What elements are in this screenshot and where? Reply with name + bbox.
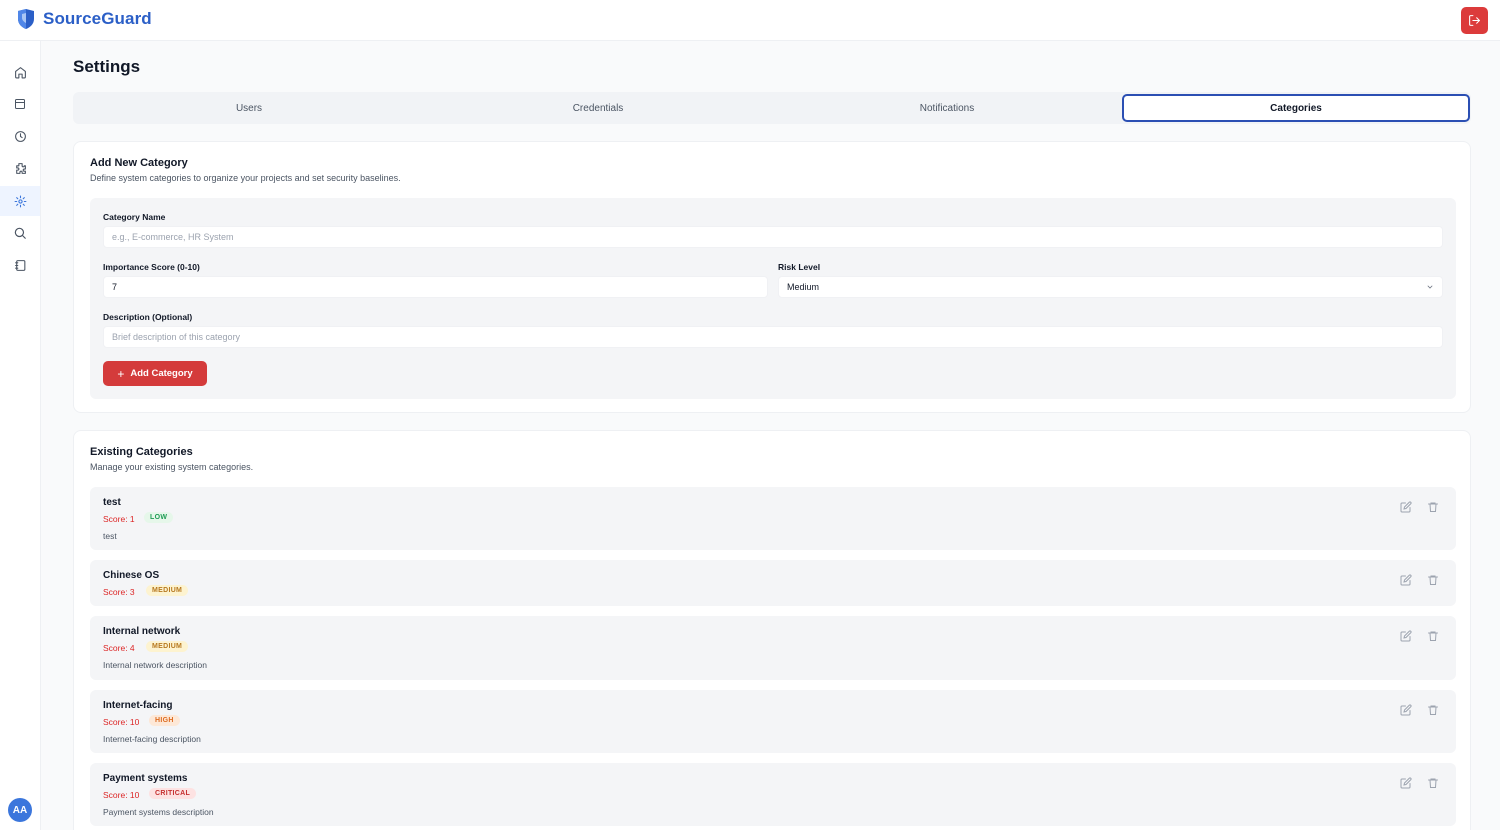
sidebar-item-settings[interactable] bbox=[0, 186, 40, 216]
top-bar: SourceGuard bbox=[0, 0, 1500, 41]
clock-icon bbox=[14, 130, 26, 142]
category-item: test Score: 1 LOW test bbox=[90, 487, 1456, 550]
shield-logo-icon bbox=[18, 9, 34, 29]
edit-icon bbox=[1400, 574, 1412, 586]
trash-icon bbox=[1428, 631, 1438, 641]
tab-credentials[interactable]: Credentials bbox=[424, 94, 772, 122]
risk-badge: MEDIUM bbox=[146, 585, 189, 596]
edit-icon bbox=[1400, 501, 1412, 513]
category-description: test bbox=[103, 531, 117, 541]
category-description: Internal network description bbox=[103, 660, 207, 670]
trash-icon bbox=[1428, 575, 1438, 585]
existing-categories-title: Existing Categories bbox=[90, 446, 193, 458]
risk-badge: LOW bbox=[144, 512, 174, 523]
page-title: Settings bbox=[73, 57, 141, 76]
user-avatar[interactable]: AA bbox=[8, 798, 32, 822]
add-category-form: Category Name e.g., E-commerce, HR Syste… bbox=[90, 198, 1456, 399]
sidebar: AA bbox=[0, 41, 41, 830]
edit-button[interactable] bbox=[1399, 500, 1413, 514]
category-name: Internal network bbox=[103, 626, 181, 637]
category-score: Score: 4 bbox=[103, 643, 135, 653]
description-input[interactable]: Brief description of this category bbox=[103, 326, 1443, 348]
delete-button[interactable] bbox=[1426, 629, 1440, 643]
add-category-button[interactable]: + Add Category bbox=[103, 361, 207, 386]
add-category-subtitle: Define system categories to organize you… bbox=[90, 173, 401, 183]
settings-tabs: Users Credentials Notifications Categori… bbox=[73, 92, 1471, 124]
add-category-title: Add New Category bbox=[90, 157, 188, 169]
sidebar-item-home[interactable] bbox=[0, 57, 40, 87]
trash-icon bbox=[1428, 502, 1438, 512]
layout-icon bbox=[15, 99, 25, 109]
edit-icon bbox=[1400, 704, 1412, 716]
brand[interactable]: SourceGuard bbox=[16, 8, 152, 30]
delete-button[interactable] bbox=[1426, 500, 1440, 514]
risk-badge: HIGH bbox=[149, 715, 180, 726]
importance-score-label: Importance Score (0-10) bbox=[103, 262, 200, 272]
chevron-down-icon bbox=[1427, 285, 1433, 289]
notebook-icon bbox=[14, 259, 25, 271]
category-name: Internet-facing bbox=[103, 700, 173, 711]
sidebar-item-history[interactable] bbox=[0, 121, 40, 151]
puzzle-icon bbox=[15, 162, 26, 174]
risk-level-label: Risk Level bbox=[778, 262, 821, 272]
app-name: SourceGuard bbox=[43, 9, 152, 28]
category-name: test bbox=[103, 497, 121, 508]
tab-categories[interactable]: Categories bbox=[1122, 94, 1470, 122]
category-item: Payment systems Score: 10 CRITICAL Payme… bbox=[90, 763, 1456, 826]
home-icon bbox=[14, 66, 26, 78]
category-name: Payment systems bbox=[103, 773, 188, 784]
edit-icon bbox=[1400, 630, 1412, 642]
search-icon bbox=[14, 227, 26, 239]
sidebar-item-integrations[interactable] bbox=[0, 153, 40, 183]
settings-icon bbox=[14, 195, 26, 207]
category-name: Chinese OS bbox=[103, 570, 160, 581]
tab-notifications[interactable]: Notifications bbox=[773, 94, 1121, 122]
sidebar-item-search[interactable] bbox=[0, 218, 40, 248]
plus-icon: + bbox=[117, 366, 125, 381]
logout-icon bbox=[1469, 15, 1480, 26]
edit-button[interactable] bbox=[1399, 776, 1413, 790]
edit-button[interactable] bbox=[1399, 629, 1413, 643]
delete-button[interactable] bbox=[1426, 573, 1440, 587]
risk-badge: MEDIUM bbox=[146, 641, 189, 652]
risk-badge: CRITICAL bbox=[149, 788, 197, 799]
edit-icon bbox=[1400, 777, 1412, 789]
sidebar-item-projects[interactable] bbox=[0, 89, 40, 119]
category-description: Payment systems description bbox=[103, 807, 214, 817]
category-description: Internet-facing description bbox=[103, 734, 201, 744]
trash-icon bbox=[1428, 778, 1438, 788]
category-item: Internal network Score: 4 MEDIUM Interna… bbox=[90, 616, 1456, 680]
edit-button[interactable] bbox=[1399, 573, 1413, 587]
delete-button[interactable] bbox=[1426, 703, 1440, 717]
risk-level-value: Medium bbox=[787, 282, 820, 292]
existing-categories-subtitle: Manage your existing system categories. bbox=[90, 462, 254, 472]
category-name-input[interactable]: e.g., E-commerce, HR System bbox=[103, 226, 1443, 248]
delete-button[interactable] bbox=[1426, 776, 1440, 790]
add-category-card: Add New Category Define system categorie… bbox=[73, 141, 1471, 413]
category-score: Score: 1 bbox=[103, 514, 135, 524]
category-score: Score: 10 bbox=[103, 790, 140, 800]
category-score: Score: 10 bbox=[103, 717, 140, 727]
sidebar-item-docs[interactable] bbox=[0, 250, 40, 280]
existing-categories-card: Existing Categories Manage your existing… bbox=[73, 430, 1471, 830]
category-item: Internet-facing Score: 10 HIGH Internet-… bbox=[90, 690, 1456, 753]
importance-score-input[interactable]: 7 bbox=[103, 276, 768, 298]
add-category-button-label: Add Category bbox=[130, 368, 193, 379]
logout-button[interactable] bbox=[1461, 7, 1488, 34]
tab-users[interactable]: Users bbox=[75, 94, 423, 122]
category-item: Chinese OS Score: 3 MEDIUM bbox=[90, 560, 1456, 606]
edit-button[interactable] bbox=[1399, 703, 1413, 717]
description-label: Description (Optional) bbox=[103, 312, 193, 322]
risk-level-select[interactable]: Medium bbox=[778, 276, 1443, 298]
category-name-label: Category Name bbox=[103, 212, 166, 222]
category-score: Score: 3 bbox=[103, 587, 135, 597]
trash-icon bbox=[1428, 705, 1438, 715]
